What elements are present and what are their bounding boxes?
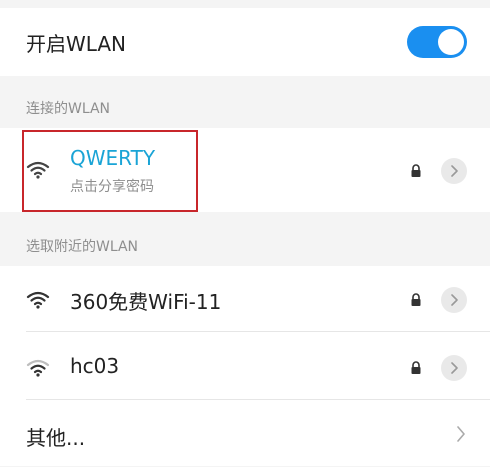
wlan-settings-page: 开启WLAN 连接的WLAN QWERTY 点击分享密码 选取附近的WLAN 3… — [0, 0, 490, 467]
chevron-right-icon — [451, 294, 458, 306]
divider — [26, 399, 490, 400]
chevron-right-icon — [457, 426, 465, 442]
lock-icon — [411, 293, 421, 306]
network-details-button[interactable] — [441, 355, 467, 381]
network-name: hc03 — [70, 354, 120, 378]
network-details-button[interactable] — [441, 158, 467, 184]
wlan-toggle-row[interactable]: 开启WLAN — [0, 8, 490, 76]
nearby-network-row[interactable]: 360免费WiFi-11 — [0, 266, 490, 332]
nearby-networks-list: 360免费WiFi-11 hc03 其他... — [0, 266, 490, 466]
wifi-medium-icon — [26, 359, 50, 377]
network-details-button[interactable] — [441, 287, 467, 313]
other-network-label: 其他... — [26, 426, 86, 450]
nearby-network-row[interactable]: hc03 — [0, 334, 490, 400]
lock-icon — [411, 361, 421, 374]
nearby-section-header: 选取附近的WLAN — [26, 239, 139, 255]
network-name: 360免费WiFi-11 — [70, 290, 222, 314]
highlight-annotation-box — [22, 130, 198, 212]
wlan-switch[interactable] — [407, 26, 467, 58]
connected-network-row[interactable]: QWERTY 点击分享密码 — [0, 128, 490, 212]
wifi-strong-icon — [26, 291, 50, 309]
connected-section-header: 连接的WLAN — [26, 101, 111, 117]
lock-icon — [411, 164, 421, 177]
other-network-row[interactable]: 其他... — [0, 402, 490, 467]
chevron-right-icon — [451, 362, 458, 374]
wlan-toggle-label: 开启WLAN — [26, 32, 127, 56]
divider — [26, 331, 490, 332]
chevron-right-icon — [451, 165, 458, 177]
switch-knob — [438, 29, 464, 55]
